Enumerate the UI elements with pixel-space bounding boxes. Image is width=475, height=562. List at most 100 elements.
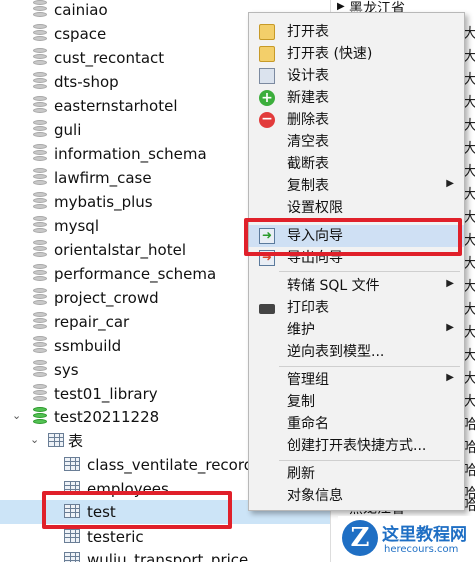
watermark: Z 这里教程网 herecours.com [338,516,475,562]
submenu-arrow-icon: ▶ [446,278,454,289]
menu-item-label: 创建打开表快捷方式... [287,438,427,454]
delete-table-icon: − [259,112,275,128]
tree-item-label: information_schema [54,145,207,163]
tree-item-label: repair_car [54,313,130,331]
database-icon [33,312,47,330]
menu-item-rename[interactable]: 重命名 [249,413,464,435]
database-icon [33,407,47,425]
tree-item-label: test20211228 [54,408,160,426]
tree-item-label: cainiao [54,1,108,19]
menu-item-object-info[interactable]: 对象信息 [249,485,464,507]
menu-item-label: 逆向表到模型... [287,344,385,360]
database-icon [33,192,47,210]
menu-item-reverse-to-model[interactable]: 逆向表到模型... [249,341,464,363]
menu-item-label: 管理组 [287,372,329,388]
table-folder-icon [48,433,64,447]
chevron-down-icon[interactable]: ⌄ [30,433,39,446]
menu-item-label: 新建表 [287,90,329,106]
menu-item-create-shortcut[interactable]: 创建打开表快捷方式... [249,435,464,457]
menu-separator [279,271,460,272]
menu-item-label: 截断表 [287,156,329,172]
database-icon [33,384,47,402]
menu-item-truncate-table[interactable]: 截断表 [249,153,464,175]
tree-item-label: mybatis_plus [54,193,153,211]
table-icon [64,457,80,471]
menu-item-label: 对象信息 [287,488,343,504]
database-icon [33,168,47,186]
database-icon [33,120,47,138]
tree-item-label: 表 [68,432,84,450]
tree-item-label: wuliu_transport_price [87,551,249,562]
tree-item-label: project_crowd [54,289,159,307]
tree-item-label: easternstarhotel [54,97,178,115]
menu-item-label: 清空表 [287,134,329,150]
table-icon [64,529,80,543]
menu-item-manage-group[interactable]: 管理组 ▶ [249,369,464,391]
database-icon [33,264,47,282]
menu-item-new-table[interactable]: + 新建表 [249,87,464,109]
printer-icon [259,304,275,314]
database-icon [33,360,47,378]
database-icon [33,216,47,234]
open-table-fast-icon [259,46,275,62]
menu-item-label: 重命名 [287,416,329,432]
menu-item-print-table[interactable]: 打印表 [249,297,464,319]
menu-item-label: 复制 [287,394,315,410]
tree-item-label: lawfirm_case [54,169,152,187]
tree-item-label: class_ventilate_record [87,456,254,474]
menu-item-label: 刷新 [287,466,315,482]
menu-item-set-permissions[interactable]: 设置权限 [249,197,464,219]
menu-item-label: 设计表 [287,68,329,84]
open-table-icon [259,24,275,40]
menu-item-label: 设置权限 [287,200,343,216]
menu-item-maintenance[interactable]: 维护 ▶ [249,319,464,341]
tree-item-label: test01_library [54,385,158,403]
menu-item-open-table-fast[interactable]: 打开表 (快速) [249,43,464,65]
table-icon [64,552,80,562]
menu-item-label: 打开表 (快速) [287,46,373,62]
database-icon [33,72,47,90]
tree-item-label: cspace [54,25,107,43]
menu-item-label: 维护 [287,322,315,338]
watermark-title: 这里教程网 [382,525,467,545]
tree-item-label: dts-shop [54,73,119,91]
context-menu: 打开表 打开表 (快速) 设计表 + 新建表 − 删除表 清空表 截断表 复制表… [248,12,465,511]
menu-item-open-table[interactable]: 打开表 [249,21,464,43]
database-icon [33,96,47,114]
watermark-logo-icon: Z [342,520,378,556]
tree-item-label: cust_recontact [54,49,165,67]
database-icon [33,48,47,66]
submenu-arrow-icon: ▶ [446,372,454,383]
menu-item-dump-sql[interactable]: 转储 SQL 文件 ▶ [249,275,464,297]
menu-item-label: 打开表 [287,24,329,40]
design-table-icon [259,68,275,84]
menu-item-copy[interactable]: 复制 [249,391,464,413]
menu-item-label: 打印表 [287,300,329,316]
chevron-down-icon[interactable]: ⌄ [12,409,21,422]
menu-item-refresh[interactable]: 刷新 [249,463,464,485]
watermark-url: herecours.com [384,544,459,555]
tree-item-label: ssmbuild [54,337,122,355]
tree-item-label: sys [54,361,79,379]
highlight-box-test-table [42,491,232,529]
menu-separator [279,366,460,367]
menu-item-delete-table[interactable]: − 删除表 [249,109,464,131]
tree-item-label: testeric [87,528,144,546]
database-icon [33,336,47,354]
row-pointer-icon: ▶ [337,1,345,12]
highlight-box-import-wizard [244,218,462,256]
tree-item-label: mysql [54,217,99,235]
new-table-icon: + [259,90,275,106]
submenu-arrow-icon: ▶ [446,178,454,189]
menu-item-empty-table[interactable]: 清空表 [249,131,464,153]
database-icon [33,288,47,306]
menu-item-design-table[interactable]: 设计表 [249,65,464,87]
menu-item-label: 删除表 [287,112,329,128]
database-icon [33,240,47,258]
submenu-arrow-icon: ▶ [446,322,454,333]
database-icon [33,144,47,162]
tree-item-label: guli [54,121,82,139]
menu-item-label: 转储 SQL 文件 [287,278,380,294]
tree-item-table[interactable]: wuliu_transport_price [0,548,330,562]
menu-item-copy-table[interactable]: 复制表 ▶ [249,175,464,197]
